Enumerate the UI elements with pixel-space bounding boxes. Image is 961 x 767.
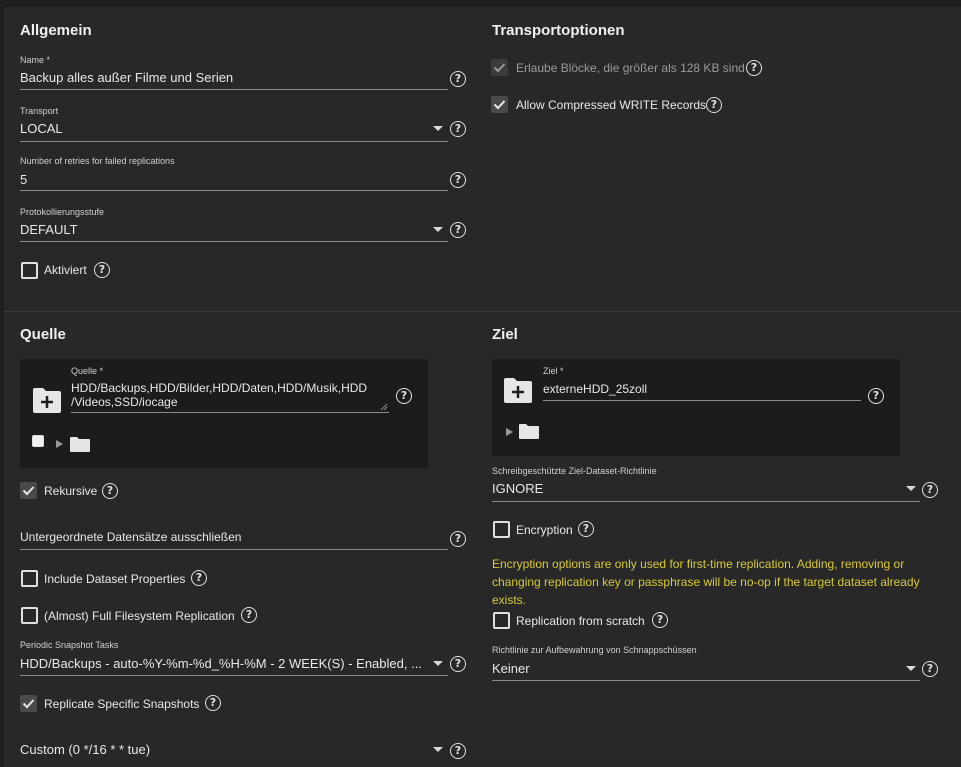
help-icon[interactable]: ? xyxy=(94,262,110,278)
check-icon xyxy=(22,486,35,496)
target-field-label: Ziel * xyxy=(543,366,564,376)
check-icon xyxy=(493,100,506,110)
help-icon[interactable]: ? xyxy=(396,388,412,404)
retries-input[interactable]: 5 xyxy=(20,172,420,187)
general-section-title: Allgemein xyxy=(20,22,92,39)
periodic-tasks-select[interactable]: HDD/Backups - auto-%Y-%m-%d_%H-%M - 2 WE… xyxy=(20,656,424,671)
help-icon[interactable]: ? xyxy=(241,607,257,623)
periodic-tasks-field-label: Periodic Snapshot Tasks xyxy=(20,640,119,650)
source-field-label: Quelle * xyxy=(71,366,104,376)
enabled-checkbox[interactable] xyxy=(21,262,38,279)
name-input[interactable]: Backup alles außer Filme und Serien xyxy=(20,70,445,85)
readonly-policy-underline xyxy=(492,501,920,502)
caret-down-icon[interactable] xyxy=(433,661,443,666)
name-field-label: Name * xyxy=(20,55,51,65)
source-input-line1[interactable]: HDD/Backups,HDD/Bilder,HDD/Daten,HDD/Mus… xyxy=(71,381,389,395)
readonly-policy-field-label: Schreibgeschützte Ziel-Dataset-Richtlini… xyxy=(492,466,657,476)
caret-down-icon[interactable] xyxy=(906,666,916,671)
compressed-write-label: Allow Compressed WRITE Records xyxy=(516,98,707,112)
triangle-right-icon[interactable] xyxy=(506,428,513,436)
large-blocks-label: Erlaube Blöcke, die größer als 128 KB si… xyxy=(516,61,745,75)
transport-options-title: Transportoptionen xyxy=(492,22,625,39)
log-level-field-label: Protokollierungsstufe xyxy=(20,207,105,217)
help-icon[interactable]: ? xyxy=(450,222,466,238)
log-level-underline xyxy=(20,241,448,242)
help-icon[interactable]: ? xyxy=(450,121,466,137)
large-blocks-checkbox[interactable] xyxy=(491,59,508,76)
compressed-write-checkbox[interactable] xyxy=(491,96,508,113)
source-tree-node-checkbox[interactable] xyxy=(32,435,44,447)
replicate-specific-label: Replicate Specific Snapshots xyxy=(44,697,200,711)
encryption-label: Encryption xyxy=(516,523,573,537)
exclude-children-underline xyxy=(20,549,448,550)
help-icon[interactable]: ? xyxy=(706,97,722,113)
target-section-title: Ziel xyxy=(492,326,518,343)
readonly-policy-select[interactable]: IGNORE xyxy=(492,481,892,496)
log-level-select[interactable]: DEFAULT xyxy=(20,222,420,237)
folder-icon[interactable] xyxy=(518,423,540,440)
folder-plus-icon[interactable] xyxy=(502,376,534,404)
encryption-checkbox[interactable] xyxy=(493,521,510,538)
retries-underline xyxy=(20,190,448,191)
check-icon xyxy=(22,699,35,709)
recursive-checkbox[interactable] xyxy=(20,482,37,499)
help-icon[interactable]: ? xyxy=(868,388,884,404)
help-icon[interactable]: ? xyxy=(746,60,762,76)
help-icon[interactable]: ? xyxy=(578,521,594,537)
target-underline xyxy=(543,400,861,401)
section-divider xyxy=(4,311,961,312)
help-icon[interactable]: ? xyxy=(102,483,118,499)
periodic-tasks-underline xyxy=(20,675,448,676)
help-icon[interactable]: ? xyxy=(652,612,668,628)
folder-icon[interactable] xyxy=(69,436,91,453)
replication-from-scratch-checkbox[interactable] xyxy=(493,612,510,629)
help-icon[interactable]: ? xyxy=(450,71,466,87)
help-icon[interactable]: ? xyxy=(450,656,466,672)
recursive-label: Rekursive xyxy=(44,484,98,498)
source-input-line2[interactable]: /Videos,SSD/iocage xyxy=(71,395,389,409)
help-icon[interactable]: ? xyxy=(450,172,466,188)
enabled-label: Aktiviert xyxy=(44,263,87,277)
transport-select[interactable]: LOCAL xyxy=(20,121,420,136)
name-underline xyxy=(20,89,448,90)
source-section-title: Quelle xyxy=(20,326,66,343)
target-input[interactable]: externeHDD_25zoll xyxy=(543,382,859,396)
full-filesystem-label: (Almost) Full Filesystem Replication xyxy=(44,609,235,623)
exclude-children-input[interactable]: Untergeordnete Datensätze ausschließen xyxy=(20,530,440,544)
schedule-select[interactable]: Custom (0 */16 * * tue) xyxy=(20,742,420,757)
full-filesystem-checkbox[interactable] xyxy=(21,607,38,624)
folder-plus-icon[interactable] xyxy=(31,386,63,414)
caret-down-icon[interactable] xyxy=(906,486,916,491)
help-icon[interactable]: ? xyxy=(922,661,938,677)
help-icon[interactable]: ? xyxy=(450,743,466,759)
transport-field-label: Transport xyxy=(20,106,59,116)
caret-down-icon[interactable] xyxy=(433,227,443,232)
dataset-properties-checkbox[interactable] xyxy=(21,570,38,587)
check-icon xyxy=(493,63,506,73)
encryption-warning: Encryption options are only used for fir… xyxy=(492,557,920,607)
help-icon[interactable]: ? xyxy=(205,695,221,711)
retention-policy-underline xyxy=(492,680,920,681)
help-icon[interactable]: ? xyxy=(922,482,938,498)
help-icon[interactable]: ? xyxy=(191,570,207,586)
transport-underline xyxy=(20,141,448,142)
caret-down-icon[interactable] xyxy=(433,747,443,752)
retention-policy-select[interactable]: Keiner xyxy=(492,661,892,676)
replicate-specific-checkbox[interactable] xyxy=(20,695,37,712)
replication-from-scratch-label: Replication from scratch xyxy=(516,614,645,628)
dataset-properties-label: Include Dataset Properties xyxy=(44,572,186,586)
resize-handle-icon[interactable] xyxy=(380,403,388,411)
retention-policy-field-label: Richtlinie zur Aufbewahrung von Schnapps… xyxy=(492,645,697,655)
triangle-right-icon[interactable] xyxy=(56,440,63,448)
retries-field-label: Number of retries for failed replication… xyxy=(20,156,175,166)
source-underline xyxy=(71,412,389,413)
caret-down-icon[interactable] xyxy=(433,126,443,131)
help-icon[interactable]: ? xyxy=(450,531,466,547)
